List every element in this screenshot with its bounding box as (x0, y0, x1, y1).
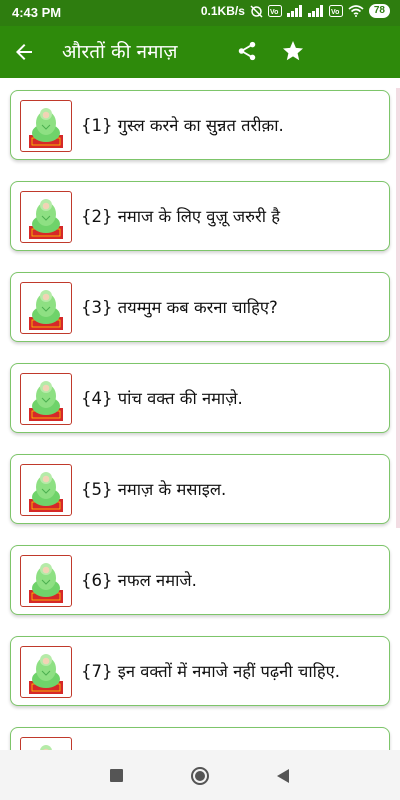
svg-text:Vo: Vo (331, 9, 339, 16)
share-icon[interactable] (236, 40, 258, 62)
star-icon[interactable] (281, 39, 305, 63)
list-item[interactable]: {2} नमाज के लिए वुज़ू जरुरी है (10, 181, 390, 251)
status-bar: 4:43 PM 0.1KB/s Vo Vo 78 (0, 0, 400, 26)
prayer-woman-icon (20, 191, 72, 243)
prayer-woman-icon (20, 100, 72, 152)
signal-icon-2 (307, 5, 323, 17)
app-bar: औरतों की नमाज़ (0, 26, 400, 78)
list-item[interactable]: {5} नमाज़ के मसाइल. (10, 454, 390, 524)
topic-list: {1} गुस्ल करने का सुन्नत तरीक़ा. {2} नमा… (0, 78, 400, 750)
prayer-woman-icon (20, 646, 72, 698)
list-item-label: {2} नमाज के लिए वुज़ू जरुरी है (81, 207, 281, 226)
volte-icon: Vo (267, 5, 282, 17)
list-item[interactable]: {7} इन वक्तों में नमाजे नहीं पढ़नी चाहिए… (10, 636, 390, 706)
prayer-woman-icon (20, 737, 72, 750)
arrow-back-icon[interactable] (12, 40, 36, 64)
prayer-woman-icon (20, 282, 72, 334)
svg-text:Vo: Vo (270, 9, 278, 16)
prayer-woman-icon (20, 555, 72, 607)
list-item-label: {7} इन वक्तों में नमाजे नहीं पढ़नी चाहिए… (81, 662, 341, 681)
status-time: 4:43 PM (12, 5, 62, 20)
network-speed: 0.1KB/s (200, 4, 245, 18)
wifi-icon (348, 5, 364, 17)
volte-icon-2: Vo (328, 5, 343, 17)
prayer-woman-icon (20, 464, 72, 516)
list-item[interactable]: {6} नफल नमाजे. (10, 545, 390, 615)
prayer-woman-icon (20, 373, 72, 425)
list-item[interactable] (10, 727, 390, 750)
list-item-label: {6} नफल नमाजे. (81, 571, 197, 590)
page-title: औरतों की नमाज़ (62, 41, 178, 63)
sync-off-icon (250, 4, 263, 18)
home-icon[interactable] (190, 766, 210, 786)
list-item[interactable]: {1} गुस्ल करने का सुन्नत तरीक़ा. (10, 90, 390, 160)
recents-icon[interactable] (110, 769, 123, 782)
list-item[interactable]: {4} पांच वक्त की नमाज़े. (10, 363, 390, 433)
system-nav-bar (0, 750, 400, 800)
signal-icon (286, 5, 302, 17)
status-icons: 0.1KB/s Vo Vo 78 (201, 4, 390, 18)
battery-indicator: 78 (368, 4, 390, 18)
list-item[interactable]: {3} तयम्मुम कब करना चाहिए? (10, 272, 390, 342)
list-item-label: {1} गुस्ल करने का सुन्नत तरीक़ा. (81, 116, 284, 135)
list-item-label: {5} नमाज़ के मसाइल. (81, 480, 227, 499)
back-nav-icon[interactable] (276, 768, 290, 784)
list-item-label: {3} तयम्मुम कब करना चाहिए? (81, 298, 278, 317)
list-item-label: {4} पांच वक्त की नमाज़े. (81, 389, 243, 408)
